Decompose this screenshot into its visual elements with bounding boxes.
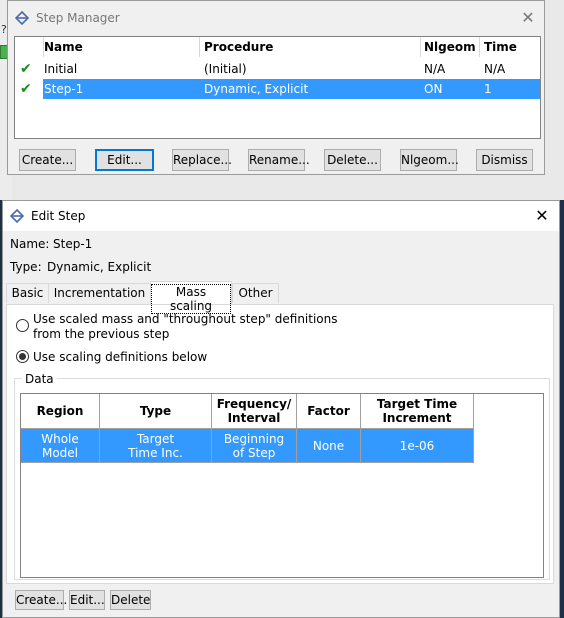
- name-label: Name:: [10, 237, 50, 251]
- cell-type[interactable]: Target Time Inc.: [100, 429, 212, 463]
- header-frequency-line1: Frequency/: [216, 397, 292, 411]
- abaqus-icon: [10, 209, 24, 223]
- replace-step-button[interactable]: Replace...: [172, 149, 232, 171]
- radio-selected-dot: [19, 353, 26, 360]
- step-name: Step-1: [44, 82, 84, 96]
- step-nlgeom: N/A: [424, 62, 446, 76]
- checkmark-icon: ✔: [20, 61, 32, 77]
- cell-factor[interactable]: None: [297, 429, 361, 463]
- step-manager-dialog: Step Manager ✕ Name Procedure Nlgeom Tim…: [7, 0, 545, 175]
- tab-incrementation[interactable]: Incrementation: [48, 283, 151, 303]
- step-nlgeom: ON: [424, 82, 443, 96]
- selection-highlight: Step-1 Dynamic, Explicit ON 1: [43, 79, 540, 99]
- cell-frequency-line2: of Step: [232, 445, 276, 460]
- column-header-procedure[interactable]: Procedure: [204, 40, 273, 54]
- tab-mass-scaling[interactable]: Mass scaling: [150, 281, 232, 314]
- edit-step-title: Edit Step: [31, 209, 86, 223]
- data-group-label: Data: [22, 372, 57, 386]
- cell-region-line1: Whole: [41, 431, 79, 446]
- create-step-button[interactable]: Create...: [19, 149, 76, 171]
- abaqus-icon: [15, 11, 29, 25]
- step-manager-close-icon[interactable]: ✕: [520, 9, 536, 27]
- cell-region[interactable]: Whole Model: [21, 429, 100, 463]
- step-time: N/A: [484, 62, 506, 76]
- option-previous-line1[interactable]: Use scaled mass and "throughout step" de…: [33, 312, 338, 326]
- tab-basic[interactable]: Basic: [6, 283, 49, 303]
- checkmark-icon: ✔: [20, 81, 32, 97]
- header-frequency-line2: Interval: [227, 411, 281, 425]
- header-region: Region: [21, 394, 100, 429]
- tab-mass-scaling-label: Mass scaling: [151, 284, 231, 314]
- header-frequency: Frequency/ Interval: [212, 394, 297, 429]
- cell-frequency-line1: Beginning: [223, 431, 285, 446]
- header-target-line2: Increment: [382, 411, 452, 425]
- step-manager-title: Step Manager: [36, 11, 120, 25]
- column-separator: [479, 37, 480, 57]
- step-procedure: Dynamic, Explicit: [204, 82, 309, 96]
- step-manager-titlebar: Step Manager ✕: [8, 1, 544, 35]
- step-row-initial[interactable]: ✔ Initial (Initial) N/A N/A: [15, 59, 540, 79]
- radio-use-below[interactable]: [16, 350, 29, 363]
- delete-step-button[interactable]: Delete...: [324, 149, 381, 171]
- rename-step-button[interactable]: Rename...: [248, 149, 310, 171]
- column-header-name[interactable]: Name: [44, 40, 83, 54]
- step-row-step-1[interactable]: ✔ Step-1 Dynamic, Explicit ON 1: [15, 79, 540, 99]
- dismiss-button[interactable]: Dismiss: [476, 149, 533, 171]
- tab-other[interactable]: Other: [232, 283, 279, 303]
- step-procedure: (Initial): [204, 62, 247, 76]
- cell-type-line2: Time Inc.: [128, 445, 183, 460]
- header-factor: Factor: [297, 394, 361, 429]
- header-type: Type: [100, 394, 212, 429]
- radio-use-previous[interactable]: [16, 319, 29, 332]
- edit-step-titlebar: Edit Step ✕: [3, 201, 559, 231]
- column-header-time[interactable]: Time: [484, 40, 517, 54]
- mass-scaling-table: Region Type Frequency/ Interval Factor T…: [20, 393, 544, 578]
- cell-target-time[interactable]: 1e-06: [361, 429, 474, 463]
- edit-step-button[interactable]: Edit...: [95, 149, 154, 171]
- header-target-time: Target Time Increment: [361, 394, 474, 429]
- step-name: Initial: [44, 62, 78, 76]
- edit-region-button[interactable]: Edit...: [69, 590, 105, 610]
- step-time: 1: [484, 82, 492, 96]
- name-value: Step-1: [53, 237, 93, 251]
- column-separator: [199, 37, 200, 57]
- column-header-nlgeom[interactable]: Nlgeom: [424, 40, 476, 54]
- cell-type-line1: Target: [136, 431, 175, 446]
- cell-region-line2: Model: [41, 445, 79, 460]
- create-region-button[interactable]: Create...: [15, 590, 67, 610]
- option-below[interactable]: Use scaling definitions below: [33, 350, 207, 364]
- header-target-line1: Target Time: [376, 397, 458, 411]
- column-separator: [420, 37, 421, 57]
- cell-frequency[interactable]: Beginning of Step: [212, 429, 297, 463]
- type-value: Dynamic, Explicit: [47, 260, 152, 274]
- edit-step-close-icon[interactable]: ✕: [534, 207, 550, 225]
- nlgeom-button[interactable]: Nlgeom...: [400, 149, 459, 171]
- step-list-header: Name Procedure Nlgeom Time: [15, 37, 540, 57]
- step-list-table: Name Procedure Nlgeom Time ✔ Initial (In…: [14, 36, 541, 139]
- delete-region-button[interactable]: Delete: [110, 590, 151, 610]
- type-label: Type:: [10, 260, 42, 274]
- option-previous-line2[interactable]: from the previous step: [33, 327, 169, 341]
